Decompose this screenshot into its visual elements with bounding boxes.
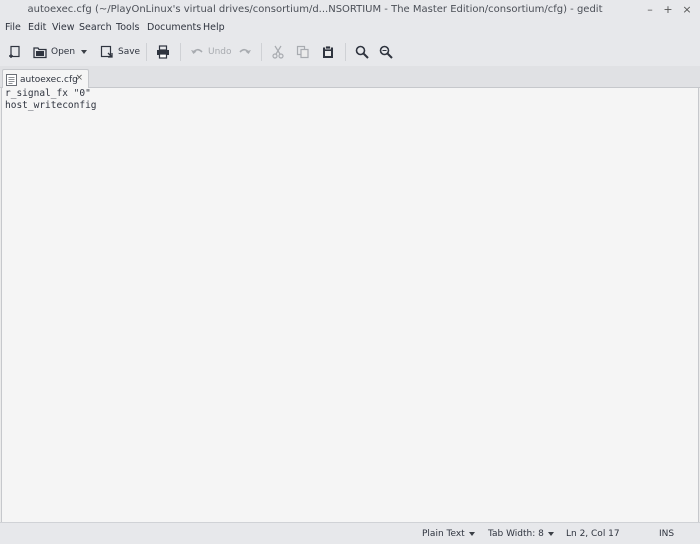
- cursor-position: Ln 2, Col 17: [566, 529, 620, 539]
- text-file-icon: [6, 73, 17, 86]
- folder-open-icon: [33, 47, 47, 59]
- menu-documents[interactable]: Documents: [147, 22, 201, 33]
- copy-button[interactable]: [296, 42, 310, 62]
- menu-file[interactable]: File: [5, 22, 21, 33]
- chevron-down-icon: [81, 50, 87, 54]
- printer-icon: [157, 45, 169, 59]
- title-bar[interactable]: autoexec.cfg (~/PlayOnLinux's virtual dr…: [0, 0, 700, 20]
- tab-width-selector[interactable]: Tab Width: 8: [488, 529, 554, 539]
- toolbar-divider: [146, 43, 147, 61]
- redo-button[interactable]: [238, 42, 252, 62]
- save-icon: [100, 45, 113, 58]
- undo-button[interactable]: Undo: [190, 42, 232, 62]
- menu-search[interactable]: Search: [79, 22, 112, 33]
- clipboard-icon: [323, 45, 333, 58]
- document-tabs: autoexec.cfg ×: [0, 66, 700, 89]
- copy-icon: [296, 45, 309, 59]
- toolbar-divider: [180, 43, 181, 61]
- scissors-icon: [272, 45, 284, 59]
- language-label: Plain Text: [422, 529, 465, 539]
- toolbar-divider: [261, 43, 262, 61]
- close-icon[interactable]: ×: [75, 73, 83, 83]
- find-replace-button[interactable]: [379, 42, 393, 62]
- toolbar: Open Save Undo: [0, 38, 700, 66]
- undo-label: Undo: [208, 47, 232, 57]
- find-replace-icon: [379, 45, 393, 59]
- editor-line-2: host_writeconfig: [5, 100, 97, 111]
- close-button[interactable]: ×: [680, 3, 694, 17]
- open-recent-dropdown[interactable]: [81, 42, 87, 62]
- insert-mode-indicator: INS: [659, 529, 675, 539]
- chevron-down-icon: [547, 532, 554, 536]
- print-button[interactable]: [156, 42, 170, 62]
- search-icon: [355, 45, 369, 59]
- menu-tools[interactable]: Tools: [116, 22, 139, 33]
- save-button[interactable]: Save: [100, 42, 140, 62]
- paste-button[interactable]: [321, 42, 335, 62]
- open-button[interactable]: Open: [33, 42, 75, 62]
- minimize-button[interactable]: –: [643, 3, 657, 17]
- menu-bar: File Edit View Search Tools Documents He…: [0, 20, 700, 38]
- new-document-button[interactable]: [8, 42, 22, 62]
- gedit-window: autoexec.cfg (~/PlayOnLinux's virtual dr…: [0, 0, 700, 544]
- language-selector[interactable]: Plain Text: [422, 529, 475, 539]
- toolbar-divider: [345, 43, 346, 61]
- menu-help[interactable]: Help: [203, 22, 225, 33]
- text-editor[interactable]: r_signal_fx "0" host_writeconfig: [1, 88, 699, 522]
- maximize-button[interactable]: +: [661, 3, 675, 17]
- menu-view[interactable]: View: [52, 22, 75, 33]
- menu-edit[interactable]: Edit: [28, 22, 46, 33]
- save-label: Save: [118, 47, 141, 57]
- tab-width-label: Tab Width: 8: [488, 529, 544, 539]
- open-label: Open: [51, 47, 76, 57]
- new-document-icon: [9, 45, 20, 58]
- status-bar: Plain Text Tab Width: 8 Ln 2, Col 17 INS: [0, 522, 700, 544]
- find-button[interactable]: [355, 42, 369, 62]
- editor-line-1: r_signal_fx "0": [5, 88, 91, 99]
- cut-button[interactable]: [271, 42, 285, 62]
- window-title: autoexec.cfg (~/PlayOnLinux's virtual dr…: [27, 4, 603, 15]
- tab-autoexec-cfg[interactable]: autoexec.cfg ×: [2, 69, 89, 89]
- tab-label: autoexec.cfg: [20, 74, 78, 85]
- undo-icon: [191, 48, 203, 54]
- chevron-down-icon: [468, 532, 475, 536]
- redo-icon: [239, 48, 251, 54]
